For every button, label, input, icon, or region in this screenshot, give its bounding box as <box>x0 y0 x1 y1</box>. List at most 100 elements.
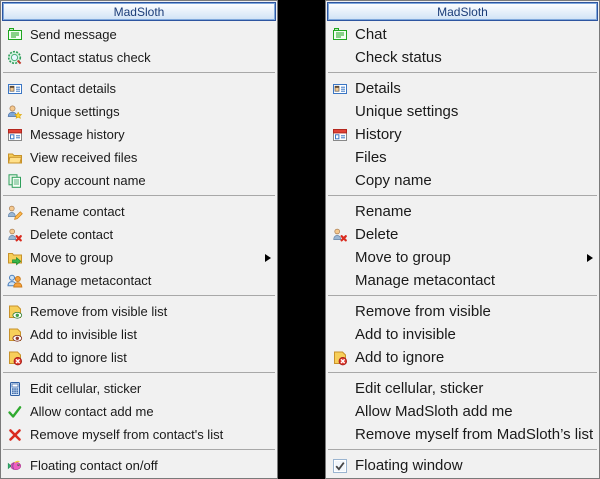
menu-item-edit-cellular-sticker[interactable]: Edit cellular, sticker <box>326 377 599 400</box>
menu-item-send-message[interactable]: Send message <box>1 23 277 46</box>
submenu-arrow-icon <box>265 254 271 262</box>
menu-item-manage-metacontact[interactable]: Manage metacontact <box>1 269 277 292</box>
menu-separator <box>328 449 597 450</box>
menu-item-contact-details[interactable]: Contact details <box>1 77 277 100</box>
menu-item-label: Remove myself from MadSloth’s list <box>355 426 593 443</box>
no-icon <box>331 273 349 289</box>
menu-item-add-to-ignore[interactable]: Add to ignore <box>326 346 599 369</box>
menu-separator <box>3 72 275 73</box>
menu-item-rename-contact[interactable]: Rename contact <box>1 200 277 223</box>
menu-item-label: Message history <box>30 127 271 142</box>
no-icon <box>331 327 349 343</box>
invisible-eye-icon <box>6 327 24 343</box>
menu-item-allow-madsloth-add-me[interactable]: Allow MadSloth add me <box>326 400 599 423</box>
rename-icon <box>6 204 24 220</box>
menu-item-edit-cellular-sticker[interactable]: Edit cellular, sticker <box>1 377 277 400</box>
menu-item-delete-contact[interactable]: Delete contact <box>1 223 277 246</box>
menu-item-label: Rename <box>355 203 593 220</box>
menu-separator <box>3 372 275 373</box>
checkbox-checked-icon[interactable] <box>331 458 349 474</box>
menu-item-label: Unique settings <box>355 103 593 120</box>
visible-eye-icon <box>6 304 24 320</box>
check-icon <box>6 404 24 420</box>
menu-separator <box>3 295 275 296</box>
history-icon <box>6 127 24 143</box>
menu-item-add-to-ignore-list[interactable]: Add to ignore list <box>1 346 277 369</box>
menu-item-label: Remove from visible list <box>30 304 271 319</box>
history-icon <box>331 127 349 143</box>
no-icon <box>331 250 349 266</box>
menu-item-label: Edit cellular, sticker <box>355 380 593 397</box>
delete-contact-icon <box>331 227 349 243</box>
menu-item-label: Edit cellular, sticker <box>30 381 271 396</box>
menu-item-list: Send message Contact status check Contact … <box>1 22 277 478</box>
no-icon <box>331 204 349 220</box>
message-icon <box>6 27 24 43</box>
menu-item-rename[interactable]: Rename <box>326 200 599 223</box>
menu-separator <box>328 372 597 373</box>
menu-item-allow-contact-add-me[interactable]: Allow contact add me <box>1 400 277 423</box>
menu-item-move-to-group[interactable]: Move to group <box>326 246 599 269</box>
unique-settings-icon <box>6 104 24 120</box>
menu-item-label: Contact status check <box>30 50 271 65</box>
cellular-icon <box>6 381 24 397</box>
menu-item-remove-from-visible-list[interactable]: Remove from visible list <box>1 300 277 323</box>
menu-item-label: Manage metacontact <box>355 272 593 289</box>
menu-item-message-history[interactable]: Message history <box>1 123 277 146</box>
menu-title: MadSloth <box>327 2 598 21</box>
delete-contact-icon <box>6 227 24 243</box>
menu-item-check-status[interactable]: Check status <box>326 46 599 69</box>
menu-item-copy-account-name[interactable]: Copy account name <box>1 169 277 192</box>
menu-item-label: Add to ignore <box>355 349 593 366</box>
menu-item-label: Remove from visible <box>355 303 593 320</box>
message-icon <box>331 27 349 43</box>
menu-item-remove-myself-from-contact-s-list[interactable]: Remove myself from contact's list <box>1 423 277 446</box>
menu-item-floating-window[interactable]: Floating window <box>326 454 599 477</box>
menu-item-label: Move to group <box>30 250 261 265</box>
menu-title: MadSloth <box>2 2 276 21</box>
fish-icon <box>6 458 24 474</box>
no-icon <box>331 104 349 120</box>
menu-item-contact-status-check[interactable]: Contact status check <box>1 46 277 69</box>
menu-separator <box>3 195 275 196</box>
menu-item-label: Send message <box>30 27 271 42</box>
contact-context-menu-classic: MadSloth Send message Contact status chec… <box>0 0 278 479</box>
menu-item-copy-name[interactable]: Copy name <box>326 169 599 192</box>
menu-item-remove-myself-from-madsloth-s-list[interactable]: Remove myself from MadSloth’s list <box>326 423 599 446</box>
menu-item-delete[interactable]: Delete <box>326 223 599 246</box>
menu-item-label: Delete contact <box>30 227 271 242</box>
ignore-icon <box>6 350 24 366</box>
menu-item-history[interactable]: History <box>326 123 599 146</box>
menu-item-unique-settings[interactable]: Unique settings <box>1 100 277 123</box>
no-icon <box>331 304 349 320</box>
menu-item-label: View received files <box>30 150 271 165</box>
menu-item-add-to-invisible[interactable]: Add to invisible <box>326 323 599 346</box>
menu-item-label: Add to invisible <box>355 326 593 343</box>
menu-item-floating-contact-on-off[interactable]: Floating contact on/off <box>1 454 277 477</box>
menu-item-label: History <box>355 126 593 143</box>
menu-item-label: Remove myself from contact's list <box>30 427 271 442</box>
menu-item-view-received-files[interactable]: View received files <box>1 146 277 169</box>
menu-item-manage-metacontact[interactable]: Manage metacontact <box>326 269 599 292</box>
menu-item-unique-settings[interactable]: Unique settings <box>326 100 599 123</box>
menu-item-move-to-group[interactable]: Move to group <box>1 246 277 269</box>
menu-item-label: Add to ignore list <box>30 350 271 365</box>
menu-item-label: Add to invisible list <box>30 327 271 342</box>
menu-item-remove-from-visible[interactable]: Remove from visible <box>326 300 599 323</box>
menu-item-add-to-invisible-list[interactable]: Add to invisible list <box>1 323 277 346</box>
move-group-icon <box>6 250 24 266</box>
menu-item-label: Floating contact on/off <box>30 458 271 473</box>
menu-item-label: Files <box>355 149 593 166</box>
menu-item-files[interactable]: Files <box>326 146 599 169</box>
no-icon <box>331 173 349 189</box>
no-icon <box>331 150 349 166</box>
menu-item-label: Check status <box>355 49 593 66</box>
menu-item-chat[interactable]: Chat <box>326 23 599 46</box>
menu-item-label: Unique settings <box>30 104 271 119</box>
menu-item-label: Delete <box>355 226 593 243</box>
menu-item-label: Allow MadSloth add me <box>355 403 593 420</box>
no-icon <box>331 427 349 443</box>
menu-separator <box>3 449 275 450</box>
menu-item-label: Move to group <box>355 249 583 266</box>
menu-item-details[interactable]: Details <box>326 77 599 100</box>
